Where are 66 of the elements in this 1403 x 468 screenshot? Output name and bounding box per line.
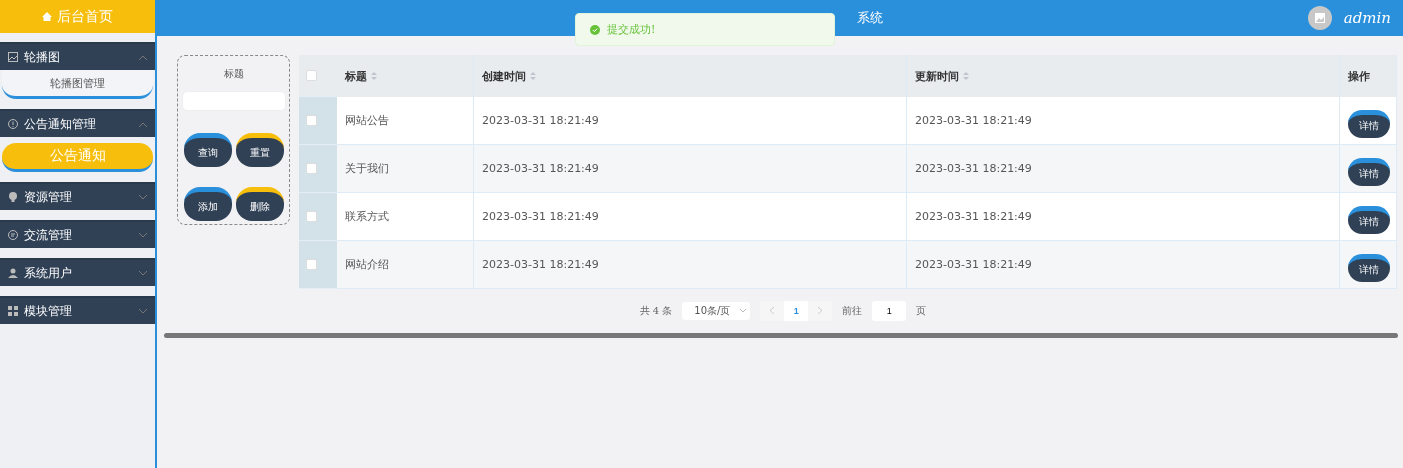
table-cell: 2023-03-31 18:21:49 (474, 193, 907, 241)
chevron-down-icon (740, 309, 747, 313)
chat-icon (8, 230, 18, 240)
grid-icon (8, 306, 18, 316)
system-title: 系统 (857, 9, 883, 27)
row-checkbox[interactable] (306, 259, 317, 270)
table-cell: 2023-03-31 18:21:49 (907, 145, 1340, 193)
chevron-down-icon (139, 194, 147, 200)
menu-group[interactable]: 轮播图 (0, 42, 155, 70)
detail-button[interactable]: 详情 (1348, 157, 1390, 186)
sort-icon[interactable] (963, 72, 969, 80)
info-icon (8, 119, 18, 129)
avatar-image-icon[interactable] (1307, 6, 1332, 30)
table-cell: 2023-03-31 18:21:49 (474, 97, 907, 145)
chevron-down-icon (139, 270, 147, 276)
menu-group[interactable]: 系统用户 (0, 258, 155, 286)
row-checkbox[interactable] (306, 163, 317, 174)
table-cell: 2023-03-31 18:21:49 (474, 241, 907, 289)
row-checkbox[interactable] (306, 211, 317, 222)
menu-group[interactable]: 模块管理 (0, 296, 155, 324)
menu-group[interactable]: 交流管理 (0, 220, 155, 248)
detail-button[interactable]: 详情 (1348, 253, 1390, 282)
page-unit: 页 (916, 304, 927, 318)
table-cell: 关于我们 (337, 145, 474, 193)
user-icon (8, 268, 18, 278)
column-title: 操作 (1348, 68, 1370, 84)
action-button[interactable]: 查询 (183, 133, 232, 167)
column-title: 标题 (345, 68, 367, 84)
table-cell: 网站公告 (337, 97, 474, 145)
menu-group[interactable]: 资源管理 (0, 182, 155, 210)
search-label: 标题 (223, 67, 244, 81)
chevron-up-icon (139, 54, 147, 60)
menu-item[interactable]: 轮播图管理 (2, 70, 153, 99)
sort-icon[interactable] (371, 72, 377, 80)
table-cell: 网站介绍 (337, 241, 474, 289)
total-count: 共 4 条 (639, 304, 673, 318)
bulb-icon (8, 192, 18, 202)
action-button[interactable]: 重置 (235, 133, 284, 167)
column-title: 更新时间 (915, 68, 959, 84)
page-size-select[interactable]: 10条/页 (682, 302, 751, 320)
table-cell: 2023-03-31 18:21:49 (907, 241, 1340, 289)
home-icon (42, 12, 52, 21)
chevron-left-icon (770, 307, 775, 314)
table-cell: 2023-03-31 18:21:49 (907, 193, 1340, 241)
chevron-right-icon (818, 307, 823, 314)
action-button[interactable]: 添加 (183, 187, 232, 221)
table-cell: 2023-03-31 18:21:49 (474, 145, 907, 193)
toast-text: 提交成功! (607, 22, 656, 37)
chevron-up-icon (139, 121, 147, 127)
sort-icon[interactable] (530, 72, 536, 80)
select-all-checkbox[interactable] (306, 70, 317, 81)
image-icon (8, 52, 18, 62)
chevron-down-icon (139, 232, 147, 238)
column-title: 创建时间 (482, 68, 526, 84)
page-input[interactable]: 1 (872, 301, 907, 321)
action-button[interactable]: 删除 (235, 187, 284, 221)
menu-group[interactable]: 公告通知管理 (0, 109, 155, 137)
goto-label: 前往 (842, 304, 863, 318)
table-cell: 2023-03-31 18:21:49 (907, 97, 1340, 145)
row-checkbox[interactable] (306, 115, 317, 126)
detail-button[interactable]: 详情 (1348, 109, 1390, 138)
detail-button[interactable]: 详情 (1348, 205, 1390, 234)
scroll-bar[interactable] (164, 333, 1398, 338)
success-icon (590, 24, 600, 35)
chevron-down-icon (139, 308, 147, 314)
table-cell: 联系方式 (337, 193, 474, 241)
